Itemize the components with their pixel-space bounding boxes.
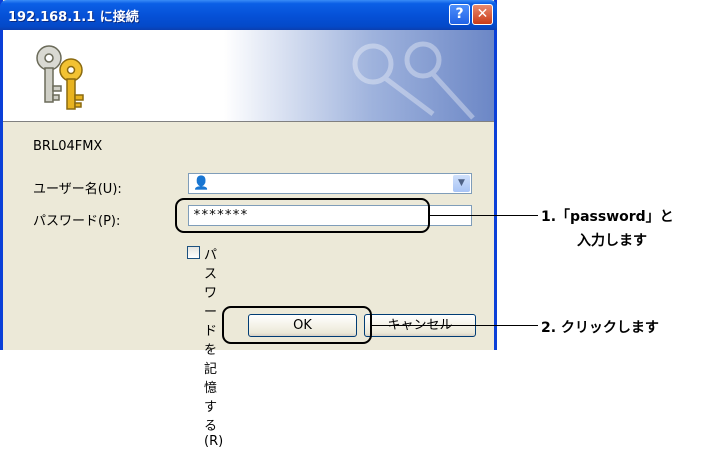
chevron-down-icon[interactable]: ▼	[453, 175, 470, 192]
window-title: 192.168.1.1 に接続	[8, 10, 139, 25]
remember-password-label[interactable]: パスワードを記憶する(R)	[204, 244, 223, 449]
ok-highlight-outline	[222, 306, 372, 344]
help-button[interactable]: ?	[449, 4, 470, 25]
close-button[interactable]: ✕	[472, 4, 493, 25]
dialog-banner	[3, 30, 494, 122]
server-name: BRL04FMX	[33, 139, 103, 154]
callout-step2: 2. クリックします	[541, 320, 659, 336]
user-icon: 👤	[193, 176, 210, 191]
remember-password-checkbox[interactable]	[187, 246, 200, 259]
username-label: ユーザー名(U):	[33, 182, 122, 197]
username-combobox[interactable]: 👤 ▼	[188, 173, 472, 194]
keys-icon	[36, 45, 84, 110]
callout-line-2	[372, 325, 538, 326]
password-highlight-outline	[175, 198, 430, 233]
login-dialog: 192.168.1.1 に接続 ? ✕ BRL04FMX ユーザー名(U): 👤…	[0, 0, 497, 449]
title-bar[interactable]: 192.168.1.1 に接続 ? ✕	[0, 0, 497, 30]
callout-step1-line2: 入力します	[577, 233, 647, 249]
keys-watermark-icon	[352, 41, 475, 120]
callout-step1-line1: 1.「password」と	[541, 209, 674, 225]
callout-line-1	[430, 215, 538, 216]
password-label: パスワード(P):	[33, 214, 121, 229]
